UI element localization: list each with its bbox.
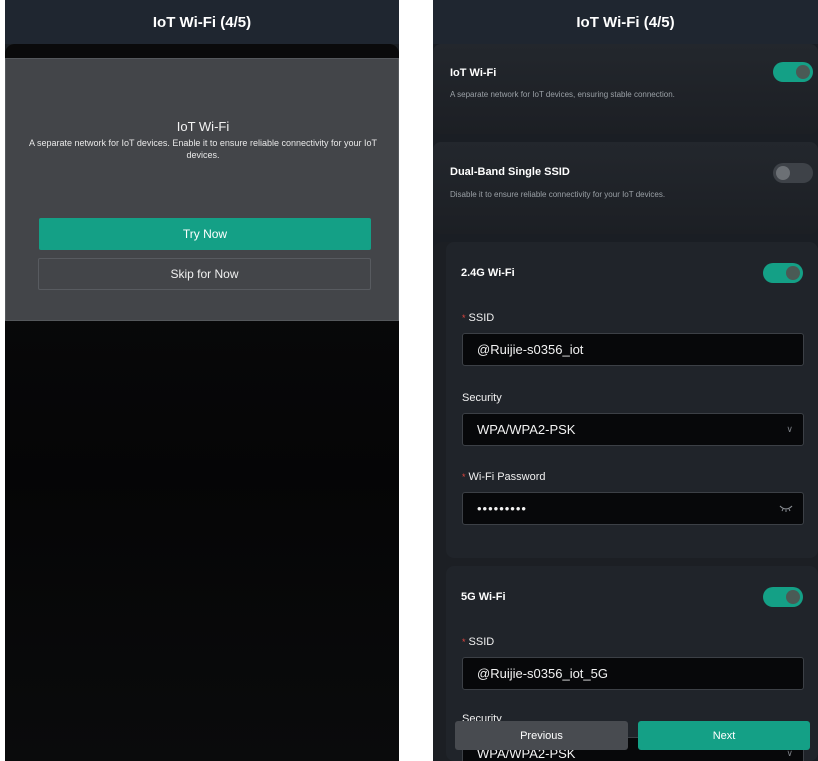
- password-value: •••••••••: [477, 501, 527, 516]
- password-input[interactable]: •••••••••: [462, 492, 804, 525]
- security-label: Security: [462, 392, 502, 404]
- dual-band-title: Dual-Band Single SSID: [450, 166, 570, 178]
- page-title: IoT Wi-Fi (4/5): [5, 0, 399, 44]
- modal-title: IoT Wi-Fi: [176, 119, 230, 134]
- required-marker: *: [462, 313, 466, 323]
- security-value: WPA/WPA2-PSK: [477, 422, 576, 437]
- password-label: * Wi-Fi Password: [462, 471, 546, 483]
- left-screen: IoT Wi-Fi (4/5) IoT Wi-Fi A separate net…: [5, 0, 399, 761]
- security-select[interactable]: WPA/WPA2-PSK ∨: [462, 413, 804, 446]
- iot-wifi-toggle[interactable]: [773, 62, 813, 82]
- required-marker: *: [462, 637, 466, 647]
- eye-closed-icon[interactable]: [779, 503, 793, 513]
- dual-band-description: Disable it to ensure reliable connectivi…: [450, 190, 666, 199]
- ssid-input[interactable]: @Ruijie-s0356_iot: [462, 333, 804, 366]
- toggle-knob: [786, 590, 800, 604]
- dual-band-card: Dual-Band Single SSID Disable it to ensu…: [433, 142, 818, 234]
- page-title: IoT Wi-Fi (4/5): [433, 0, 818, 44]
- iot-wifi-card: IoT Wi-Fi A separate network for IoT dev…: [433, 44, 818, 134]
- try-now-button[interactable]: Try Now: [39, 218, 371, 250]
- wifi-24g-card: 2.4G Wi-Fi * SSID @Ruijie-s0356_iot Secur…: [446, 242, 818, 558]
- modal-description: A separate network for IoT devices. Enab…: [28, 138, 377, 160]
- wifi-24g-toggle[interactable]: [763, 263, 803, 283]
- ssid-label: * SSID: [462, 636, 495, 648]
- chevron-down-icon: ∨: [786, 424, 793, 434]
- skip-for-now-button[interactable]: Skip for Now: [38, 258, 371, 290]
- wifi-5g-toggle[interactable]: [763, 587, 803, 607]
- iot-wifi-title: IoT Wi-Fi: [450, 67, 497, 79]
- next-button[interactable]: Next: [638, 721, 810, 750]
- toggle-knob: [786, 266, 800, 280]
- required-marker: *: [462, 472, 466, 482]
- toggle-knob: [796, 65, 810, 79]
- dual-band-toggle[interactable]: [773, 163, 813, 183]
- iot-wifi-modal: IoT Wi-Fi A separate network for IoT dev…: [5, 58, 399, 321]
- iot-wifi-description: A separate network for IoT devices, ensu…: [450, 90, 675, 99]
- ssid-label: * SSID: [462, 312, 495, 324]
- ssid-input[interactable]: @Ruijie-s0356_iot_5G: [462, 657, 804, 690]
- body-top-stripe: [5, 44, 399, 58]
- wifi-5g-title: 5G Wi-Fi: [461, 591, 506, 603]
- toggle-knob: [776, 166, 790, 180]
- previous-button[interactable]: Previous: [455, 721, 628, 750]
- wifi-24g-title: 2.4G Wi-Fi: [461, 267, 515, 279]
- right-screen: IoT Wi-Fi (4/5) IoT Wi-Fi A separate net…: [433, 0, 818, 761]
